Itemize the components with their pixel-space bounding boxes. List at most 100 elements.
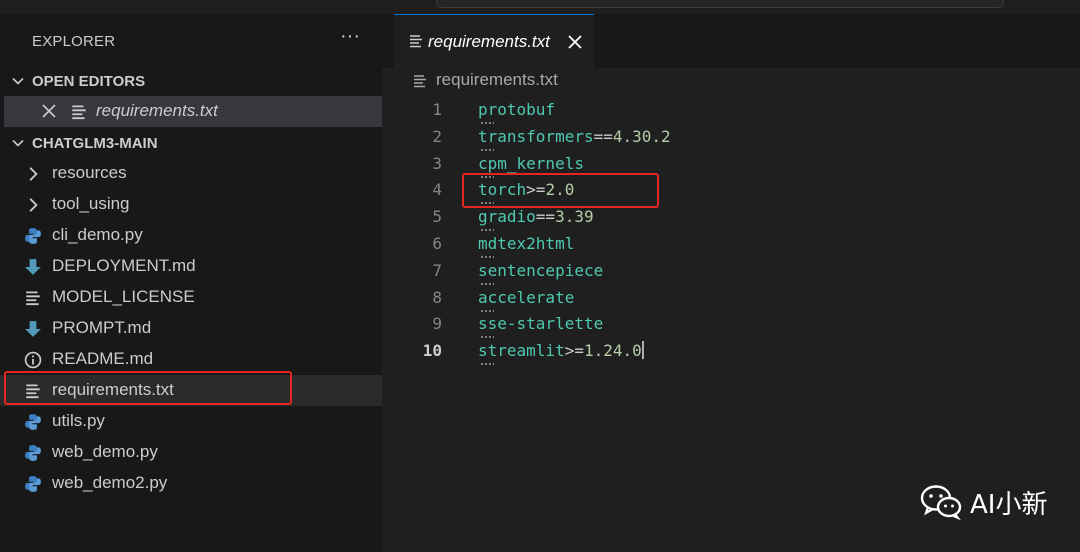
explorer-sidebar: EXPLORER ··· OPEN EDITORS requirements.t…: [0, 14, 382, 552]
code-line[interactable]: 8 accelerate: [382, 284, 1080, 311]
code-line[interactable]: 4 torch>=2.0: [382, 176, 1080, 203]
version-operator: >=: [526, 180, 546, 200]
open-editors-header[interactable]: OPEN EDITORS: [0, 68, 382, 96]
tab-requirements[interactable]: requirements.txt: [394, 14, 594, 68]
package-name: cpm_kernels: [478, 153, 584, 173]
tree-item-web-demo[interactable]: web_demo.py: [0, 437, 382, 468]
code-line[interactable]: 5 gradio==3.39: [382, 203, 1080, 230]
package-name: streamlit: [478, 341, 565, 361]
line-number: 6: [432, 234, 442, 253]
tree-item-label: cli_demo.py: [52, 225, 143, 244]
package-name: protobuf: [478, 100, 556, 119]
line-number: 5: [432, 207, 442, 227]
package-name: mdtex2html: [478, 234, 575, 253]
code-line[interactable]: 2 transformers==4.30.2: [382, 123, 1080, 150]
more-actions-icon[interactable]: ···: [338, 26, 362, 50]
tree-item-label: README.md: [52, 349, 154, 368]
chevron-right-icon: [29, 198, 38, 212]
package-name: sse-starlette: [478, 314, 604, 334]
version-operator: ==: [535, 207, 556, 227]
code-text: transformers==4.30.2: [478, 127, 671, 146]
tree-item-label: utils.py: [52, 411, 105, 430]
line-number: 8: [432, 287, 442, 307]
python-icon: [25, 228, 41, 244]
tree-item-utils[interactable]: utils.py: [0, 406, 382, 437]
tree-item-deployment[interactable]: DEPLOYMENT.md: [0, 251, 382, 282]
tree-item-label: resources: [52, 163, 127, 182]
open-editors-label: OPEN EDITORS: [32, 73, 146, 90]
tree-item-cli-demo[interactable]: cli_demo.py: [0, 220, 382, 251]
lines-icon: [72, 105, 86, 120]
markdown-icon: [25, 259, 41, 275]
code-text: gradio==3.39: [478, 207, 594, 226]
version-operator: ==: [593, 126, 613, 146]
explorer-title: EXPLORER: [32, 33, 116, 50]
project-label: CHATGLM3-MAIN: [32, 135, 158, 152]
version-number: 2.0: [545, 180, 575, 200]
close-icon[interactable]: [566, 33, 584, 51]
code-line[interactable]: 7 sentencepiece: [382, 257, 1080, 284]
explorer-header: EXPLORER ···: [0, 14, 382, 68]
tree-item-requirements[interactable]: requirements.txt: [0, 375, 382, 406]
tree-item-prompt[interactable]: PROMPT.md: [0, 313, 382, 344]
tree-item-label: requirements.txt: [52, 380, 174, 399]
code-line[interactable]: 3 cpm_kernels: [382, 150, 1080, 177]
code-text: protobuf: [478, 100, 555, 119]
breadcrumb-label: requirements.txt: [436, 70, 558, 89]
package-name: accelerate: [478, 287, 575, 307]
tab-bar: requirements.txt: [382, 14, 1080, 68]
line-number: 4: [432, 180, 442, 200]
tree-item-model-license[interactable]: MODEL_LICENSE: [0, 282, 382, 313]
version-number: 3.39: [555, 207, 594, 227]
code-text: sse-starlette: [478, 314, 603, 333]
version-number: 1.24.0: [583, 341, 642, 361]
package-name: torch: [478, 180, 527, 200]
lines-icon: [410, 35, 422, 48]
version-number: 4.30.2: [612, 126, 671, 146]
line-number: 10: [422, 341, 442, 361]
code-line[interactable]: 6 mdtex2html: [382, 230, 1080, 257]
vscode-window: EXPLORER ··· OPEN EDITORS requirements.t…: [0, 0, 1080, 552]
code-text: cpm_kernels: [478, 154, 584, 173]
close-icon[interactable]: [40, 102, 58, 120]
tree-item-label: web_demo.py: [52, 442, 158, 461]
package-name: gradio: [478, 207, 536, 227]
code-text: sentencepiece: [478, 261, 603, 280]
code-text: streamlit>=1.24.0: [478, 341, 644, 360]
open-editor-item[interactable]: requirements.txt: [4, 96, 382, 127]
tree-item-label: PROMPT.md: [52, 318, 152, 337]
chevron-down-icon: [12, 77, 24, 85]
tree-item-web-demo2[interactable]: web_demo2.py: [0, 468, 382, 499]
line-number: 7: [432, 260, 442, 280]
project-header[interactable]: CHATGLM3-MAIN: [0, 130, 382, 158]
python-icon: [25, 445, 41, 461]
code-text: mdtex2html: [478, 234, 574, 253]
lines-icon: [26, 291, 40, 306]
code-line[interactable]: 9 sse-starlette: [382, 310, 1080, 337]
lines-icon: [26, 384, 40, 399]
python-icon: [25, 476, 41, 492]
line-number: 3: [432, 153, 442, 173]
watermark: AI小新: [920, 482, 1047, 522]
line-number: 1: [432, 100, 442, 119]
code-line[interactable]: 1 protobuf: [382, 96, 1080, 123]
tree-item-label: MODEL_LICENSE: [52, 287, 195, 306]
lines-icon: [414, 75, 426, 88]
markdown-icon: [25, 321, 41, 337]
version-operator: >=: [564, 341, 584, 361]
package-name: transformers: [478, 126, 594, 146]
wechat-icon: [920, 485, 962, 520]
editor-area: requirements.txt requirements.txt 1 proto…: [382, 14, 1080, 552]
code-text: torch>=2.0: [478, 180, 574, 199]
tree-item-resources[interactable]: resources: [0, 158, 382, 189]
tree-item-tool-using[interactable]: tool_using: [0, 189, 382, 220]
tab-label: requirements.txt: [428, 32, 550, 51]
command-center[interactable]: [436, 0, 1004, 8]
tree-item-label: web_demo2.py: [52, 473, 168, 492]
tree-item-readme[interactable]: README.md: [0, 344, 382, 375]
code-line[interactable]: 10 streamlit>=1.24.0: [382, 337, 1080, 364]
line-number: 2: [432, 126, 442, 146]
chevron-down-icon: [12, 139, 24, 147]
package-name: sentencepiece: [478, 260, 604, 280]
text-cursor: [641, 341, 644, 360]
